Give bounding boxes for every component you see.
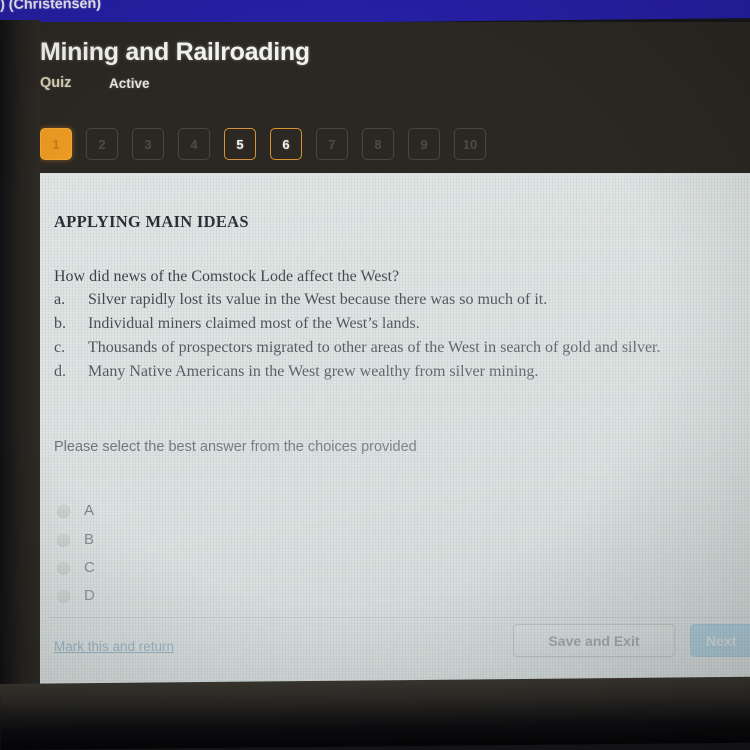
choice-c-letter: c. <box>54 339 66 356</box>
question-nav-button-6[interactable]: 6 <box>270 128 302 160</box>
footer-divider <box>50 617 750 618</box>
radio-button-a[interactable] <box>57 505 70 518</box>
question-nav-button-2[interactable]: 2 <box>86 128 118 160</box>
answer-option-c-label: C <box>84 559 95 576</box>
radio-button-c[interactable] <box>57 562 70 575</box>
choice-c-text: Thousands of prospectors migrated to oth… <box>88 339 661 356</box>
answer-option-d-label: D <box>84 587 95 604</box>
choice-d: d. Many Native Americans in the West grew… <box>54 363 538 381</box>
page-title: Mining and Railroading <box>40 38 310 66</box>
choice-b: b. Individual miners claimed most of the … <box>54 315 420 333</box>
question-text: How did news of the Comstock Lode affect… <box>54 268 400 285</box>
question-nav-button-5[interactable]: 5 <box>224 128 256 160</box>
choice-b-letter: b. <box>54 315 66 332</box>
choice-d-text: Many Native Americans in the West grew w… <box>88 363 539 380</box>
answer-prompt: Please select the best answer from the c… <box>54 439 417 455</box>
choice-a-text: Silver rapidly lost its value in the Wes… <box>88 291 548 308</box>
question-content-panel: APPLYING MAIN IDEAS How did news of the … <box>36 173 750 687</box>
question-nav-button-3[interactable]: 3 <box>132 128 164 160</box>
question-nav-button-7[interactable]: 7 <box>316 128 348 160</box>
choice-d-letter: d. <box>54 363 66 380</box>
section-heading: APPLYING MAIN IDEAS <box>54 212 249 231</box>
question-nav-button-9[interactable]: 9 <box>408 128 440 160</box>
question-nav-button-1[interactable]: 1 <box>40 128 72 160</box>
question-nav-button-10[interactable]: 10 <box>454 128 486 160</box>
choice-a: a. Silver rapidly lost its value in the W… <box>54 291 547 309</box>
top-bar-title: ) (Christensen) <box>0 0 102 13</box>
quiz-type-label: Quiz <box>40 75 72 91</box>
choice-c: c. Thousands of prospectors migrated to o… <box>54 339 660 357</box>
question-nav-button-8[interactable]: 8 <box>362 128 394 160</box>
quiz-status-label: Active <box>109 76 150 91</box>
answer-option-a-label: A <box>84 502 95 519</box>
radio-button-d[interactable] <box>57 590 70 603</box>
question-nav-button-4[interactable]: 4 <box>178 128 210 160</box>
radio-button-b[interactable] <box>57 534 70 547</box>
sheet-shading <box>36 173 750 687</box>
screen-bezel-bottom <box>0 676 750 750</box>
choice-a-letter: a. <box>54 291 66 308</box>
screen-bezel-left <box>0 20 40 700</box>
next-button[interactable]: Next <box>690 624 750 657</box>
mark-and-return-link[interactable]: Mark this and return <box>54 639 174 654</box>
screen-photo: ) (Christensen) Mining and Railroading Q… <box>0 0 750 750</box>
save-and-exit-button[interactable]: Save and Exit <box>513 624 675 657</box>
choice-b-text: Individual miners claimed most of the We… <box>88 315 420 332</box>
answer-option-b-label: B <box>84 531 95 548</box>
